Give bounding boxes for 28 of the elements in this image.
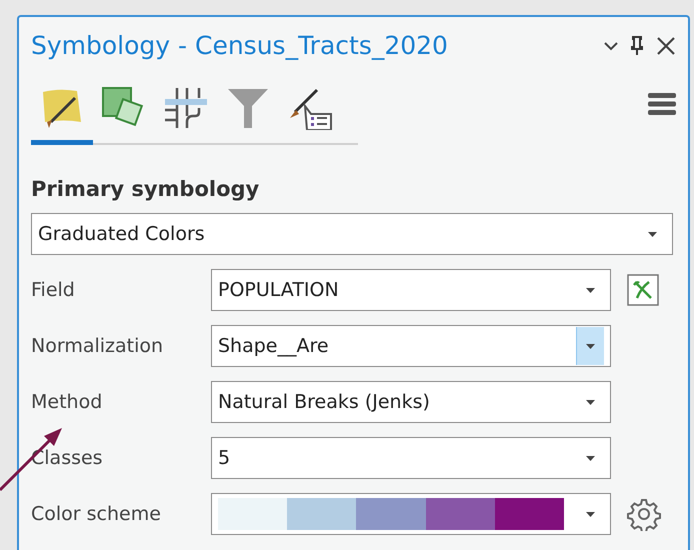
caret-icon bbox=[586, 456, 594, 460]
field-label: Method bbox=[31, 391, 102, 413]
field-label: Field bbox=[31, 279, 75, 301]
caret-icon bbox=[586, 288, 594, 292]
close-icon[interactable] bbox=[656, 36, 676, 56]
color-scheme-dropdown[interactable] bbox=[211, 493, 611, 535]
dropdown[interactable]: POPULATION bbox=[211, 269, 611, 311]
chevron-down-icon[interactable] bbox=[604, 40, 618, 50]
dropdown[interactable]: Shape__Are bbox=[211, 325, 611, 367]
menu-icon[interactable] bbox=[648, 93, 676, 115]
field-label: Classes bbox=[31, 447, 103, 469]
expression-button[interactable] bbox=[627, 274, 659, 306]
pin-icon[interactable] bbox=[630, 36, 644, 56]
dropdown[interactable]: 5 bbox=[211, 437, 611, 479]
settings-icon[interactable] bbox=[627, 497, 661, 531]
dropdown[interactable]: Natural Breaks (Jenks) bbox=[211, 381, 611, 423]
funnel-icon bbox=[225, 86, 271, 130]
brush-list-icon bbox=[287, 86, 333, 130]
caret-icon bbox=[586, 344, 595, 348]
caret-icon bbox=[586, 512, 594, 516]
field-label: Color scheme bbox=[31, 503, 161, 525]
caret-icon bbox=[586, 400, 594, 404]
field-label: Normalization bbox=[31, 335, 164, 357]
pane-title: Symbology - Census_Tracts_2020 bbox=[31, 31, 449, 60]
renderer-dropdown[interactable]: Graduated Colors bbox=[31, 213, 673, 255]
grid-lines-icon bbox=[163, 86, 209, 130]
caret-icon bbox=[648, 232, 656, 236]
section-heading: Primary symbology bbox=[31, 177, 260, 201]
